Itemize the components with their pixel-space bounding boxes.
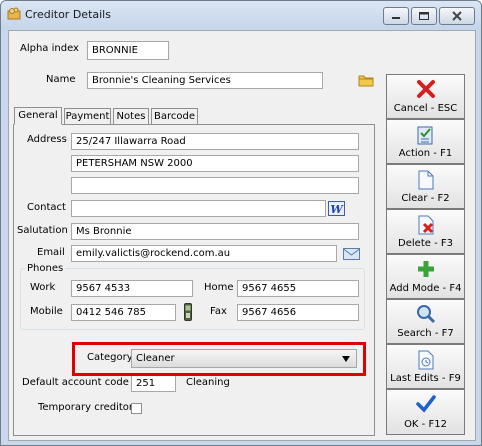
folder-icon[interactable] bbox=[358, 73, 374, 87]
tab-general[interactable]: General bbox=[14, 107, 62, 125]
salutation-label: Salutation bbox=[17, 225, 68, 236]
salutation-field[interactable]: Ms Bronnie bbox=[71, 223, 359, 240]
tab-general-label: General bbox=[18, 110, 58, 121]
search-button-label: Search - F7 bbox=[397, 328, 454, 339]
clear-page-icon bbox=[418, 170, 434, 190]
email-field[interactable]: emily.valictis@rockend.com.au bbox=[71, 245, 337, 262]
creditor-details-window: Creditor Details Alpha index BRONNIE Nam… bbox=[0, 0, 482, 446]
alpha-index-label: Alpha index bbox=[20, 43, 79, 54]
close-icon bbox=[452, 11, 462, 21]
maximize-button[interactable] bbox=[411, 7, 437, 25]
work-label: Work bbox=[30, 282, 56, 293]
tab-payment-label: Payment bbox=[65, 111, 110, 122]
email-label: Email bbox=[37, 247, 65, 258]
work-phone-field[interactable]: 9567 4533 bbox=[71, 280, 193, 297]
contact-field[interactable] bbox=[71, 200, 326, 217]
add-plus-icon bbox=[418, 261, 434, 277]
last-edits-icon bbox=[418, 350, 434, 370]
window-title: Creditor Details bbox=[25, 8, 111, 21]
temporary-creditor-checkbox[interactable] bbox=[131, 403, 142, 414]
form-client-area: Alpha index BRONNIE Name Bronnie's Clean… bbox=[8, 30, 476, 441]
search-magnifier-icon bbox=[417, 305, 436, 324]
cancel-button-label: Cancel - ESC bbox=[393, 103, 458, 114]
highlight-box bbox=[72, 342, 366, 376]
cancel-x-icon bbox=[417, 80, 435, 98]
delete-button[interactable]: Delete - F3 bbox=[386, 209, 465, 254]
last-edits-button-label: Last Edits - F9 bbox=[390, 373, 461, 384]
last-edits-button[interactable]: Last Edits - F9 bbox=[386, 344, 465, 389]
ok-button-label: OK - F12 bbox=[404, 419, 447, 430]
tab-barcode[interactable]: Barcode bbox=[151, 108, 198, 125]
name-label: Name bbox=[46, 74, 76, 85]
email-envelope-icon[interactable] bbox=[343, 246, 360, 261]
delete-page-icon bbox=[418, 215, 434, 235]
contact-label: Contact bbox=[27, 202, 66, 213]
minimize-button[interactable] bbox=[383, 7, 409, 25]
address-line3-field[interactable] bbox=[71, 177, 359, 194]
clear-button[interactable]: Clear - F2 bbox=[386, 164, 465, 209]
svg-text:W: W bbox=[330, 203, 344, 216]
default-account-field[interactable]: 251 bbox=[131, 375, 176, 392]
maximize-icon bbox=[419, 12, 429, 20]
default-account-label: Default account code bbox=[22, 377, 129, 388]
alpha-index-field[interactable]: BRONNIE bbox=[87, 41, 169, 60]
address-label: Address bbox=[27, 134, 67, 145]
fax-label: Fax bbox=[210, 306, 227, 317]
add-mode-button[interactable]: Add Mode - F4 bbox=[386, 254, 465, 299]
action-button-label: Action - F1 bbox=[398, 148, 453, 159]
fax-field[interactable]: 9567 4656 bbox=[237, 304, 359, 321]
action-checklist-icon bbox=[417, 126, 433, 145]
temporary-creditor-label: Temporary creditor bbox=[38, 402, 134, 413]
address-line1-field[interactable]: 25/247 Illawarra Road bbox=[71, 133, 359, 150]
delete-button-label: Delete - F3 bbox=[398, 238, 453, 249]
phones-label: Phones bbox=[25, 263, 66, 274]
mobile-phone-field[interactable]: 0412 546 785 bbox=[71, 304, 176, 321]
default-account-name: Cleaning bbox=[186, 377, 230, 388]
close-button[interactable] bbox=[439, 7, 475, 25]
tab-notes[interactable]: Notes bbox=[113, 108, 149, 125]
address-line2-field[interactable]: PETERSHAM NSW 2000 bbox=[71, 155, 359, 172]
mobile-label: Mobile bbox=[30, 306, 63, 317]
action-button[interactable]: Action - F1 bbox=[386, 119, 465, 164]
tab-notes-label: Notes bbox=[116, 111, 146, 122]
clear-button-label: Clear - F2 bbox=[401, 193, 450, 204]
add-mode-button-label: Add Mode - F4 bbox=[389, 283, 462, 294]
home-label: Home bbox=[204, 282, 234, 293]
mobile-phone-icon[interactable] bbox=[182, 303, 194, 321]
tab-payment[interactable]: Payment bbox=[64, 108, 111, 125]
ok-check-icon bbox=[416, 395, 436, 413]
search-button[interactable]: Search - F7 bbox=[386, 299, 465, 344]
app-icon bbox=[7, 7, 21, 20]
cancel-button[interactable]: Cancel - ESC bbox=[386, 74, 465, 119]
title-bar[interactable]: Creditor Details bbox=[1, 1, 481, 29]
general-tab-panel: Address 25/247 Illawarra Road PETERSHAM … bbox=[13, 124, 375, 436]
home-phone-field[interactable]: 9567 4655 bbox=[237, 280, 359, 297]
minimize-icon bbox=[392, 17, 400, 19]
name-field[interactable]: Bronnie's Cleaning Services bbox=[87, 72, 323, 89]
word-document-icon[interactable]: W bbox=[328, 201, 345, 216]
ok-button[interactable]: OK - F12 bbox=[386, 389, 465, 435]
tab-barcode-label: Barcode bbox=[154, 111, 195, 122]
